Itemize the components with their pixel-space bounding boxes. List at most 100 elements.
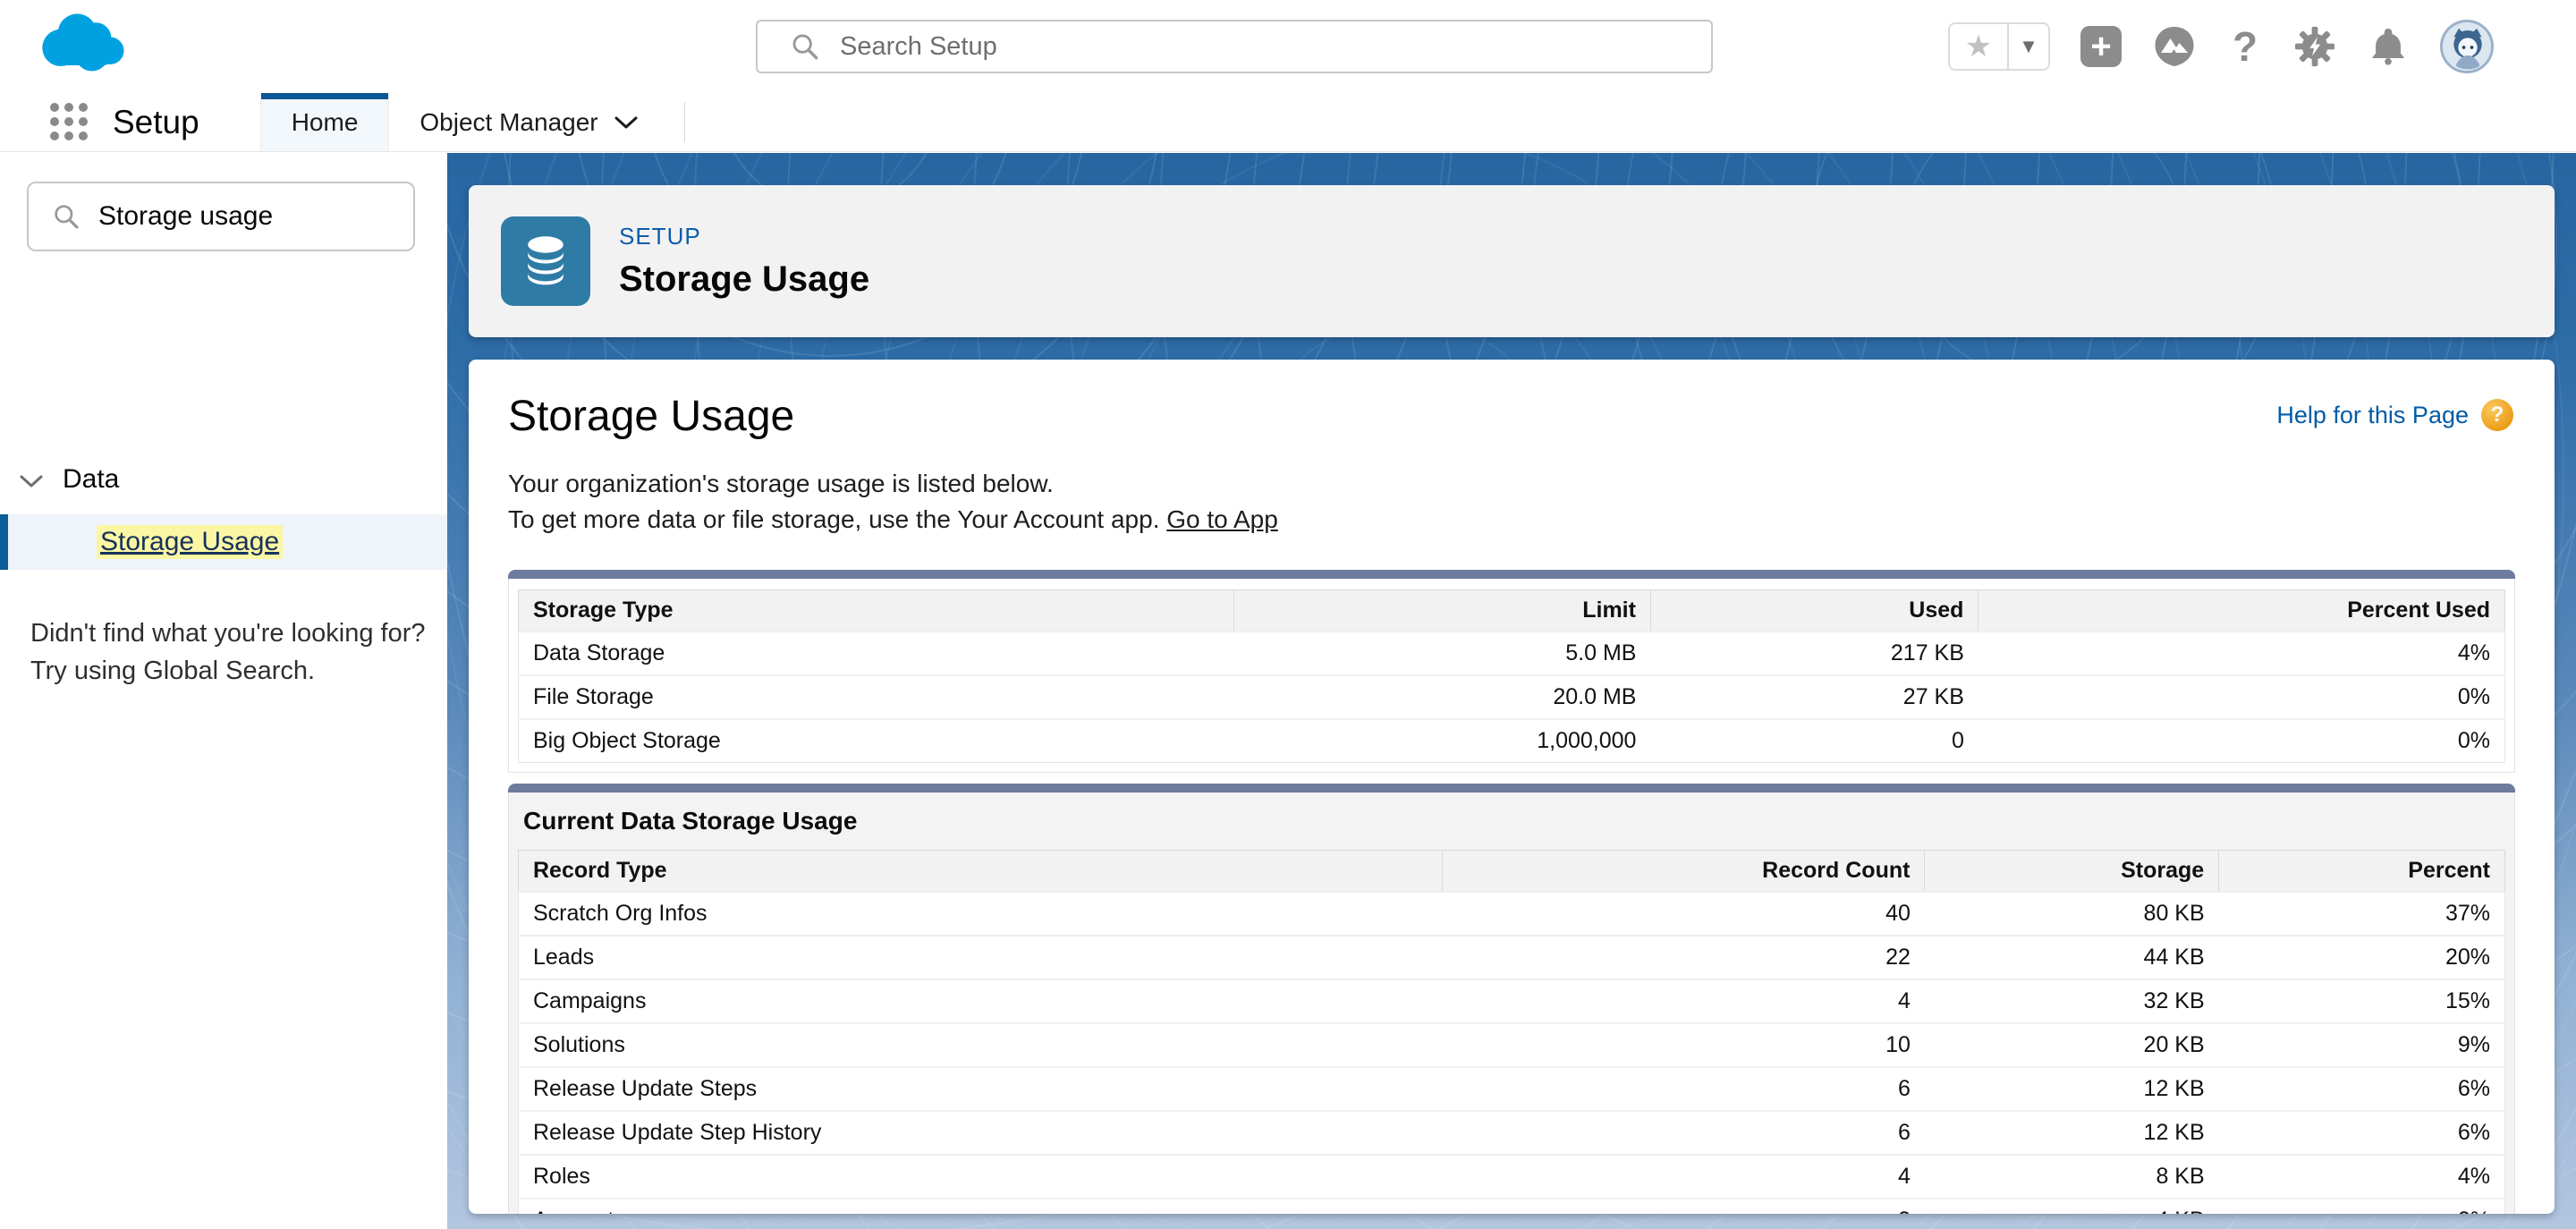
chevron-down-icon: [20, 474, 43, 488]
col-percent: Percent: [2219, 851, 2505, 893]
table-cell: Leads: [519, 936, 1443, 979]
table-cell: 20%: [2219, 936, 2505, 979]
sidebar-item-storage-usage[interactable]: Storage Usage: [0, 514, 447, 570]
table-cell: 4 KB: [1925, 1199, 2219, 1214]
quick-find-input[interactable]: [98, 201, 444, 232]
table-cell: 44 KB: [1925, 936, 2219, 979]
storage-database-icon: [501, 216, 590, 306]
tab-object-manager[interactable]: Object Manager: [389, 93, 667, 151]
search-icon: [790, 31, 820, 62]
sidebar-section-label: Data: [63, 464, 119, 495]
table-cell: Scratch Org Infos: [519, 892, 1443, 936]
notifications-bell-icon[interactable]: [2367, 25, 2410, 68]
tab-home[interactable]: Home: [260, 93, 390, 151]
salesforce-setup-app: ★ ▼ + ?: [0, 0, 2576, 152]
section-title: Current Data Storage Usage: [518, 792, 2505, 850]
trailhead-icon[interactable]: [2152, 24, 2197, 69]
setup-nav-bar: Setup Home Object Manager: [0, 93, 2576, 152]
storage-usage-link[interactable]: Storage Usage: [97, 525, 283, 559]
add-icon[interactable]: +: [2080, 26, 2122, 67]
col-storage-type: Storage Type: [519, 590, 1234, 632]
favorites-caret-icon[interactable]: ▼: [2007, 24, 2048, 69]
table-cell: 37%: [2219, 892, 2505, 936]
global-search-box[interactable]: [756, 20, 1713, 73]
table-cell: 12 KB: [1925, 1067, 2219, 1111]
page-title: Storage Usage: [619, 259, 869, 300]
storage-totals-table: Storage Type Limit Used Percent Used Dat…: [518, 589, 2505, 763]
sidebar-section-data[interactable]: Data: [0, 464, 119, 495]
favorites-star-icon[interactable]: ★: [1950, 24, 2007, 69]
table-row: Campaigns432 KB15%: [519, 979, 2505, 1023]
intro-line1: Your organization's storage usage is lis…: [508, 470, 1054, 497]
not-found-line1: Didn't find what you're looking for?: [30, 619, 426, 648]
table-row: Release Update Step History612 KB6%: [519, 1111, 2505, 1155]
table-cell: 9%: [2219, 1023, 2505, 1067]
table-row: Release Update Steps612 KB6%: [519, 1067, 2505, 1111]
setup-canvas: SETUP Storage Usage Help for this Page ?…: [447, 153, 2576, 1229]
setup-app-label: Setup: [113, 104, 199, 141]
table-cell: Release Update Steps: [519, 1067, 1443, 1111]
sidebar-quick-find[interactable]: [27, 182, 415, 251]
col-storage: Storage: [1925, 851, 2219, 893]
table-header-row: Record Type Record Count Storage Percent: [519, 851, 2505, 893]
table-row: File Storage20.0 MB27 KB0%: [519, 675, 2505, 719]
search-setup-input[interactable]: [840, 32, 1693, 62]
app-launcher-icon[interactable]: [50, 103, 89, 142]
help-for-this-page-link[interactable]: Help for this Page ?: [2276, 399, 2513, 431]
table-cell: 32 KB: [1925, 979, 2219, 1023]
not-found-line2: Try using Global Search.: [30, 657, 315, 685]
section-top-bar: [508, 784, 2515, 792]
table-cell: 27 KB: [1650, 675, 1978, 719]
table-cell: 217 KB: [1650, 631, 1978, 675]
table-cell: 2%: [2219, 1199, 2505, 1214]
table-row: Leads2244 KB20%: [519, 936, 2505, 979]
table-cell: 0%: [1979, 719, 2505, 763]
table-cell: 4: [1442, 979, 1925, 1023]
table-cell: 1,000,000: [1233, 719, 1650, 763]
content-area: Data Storage Usage Didn't find what you'…: [0, 153, 2576, 1229]
col-record-count: Record Count: [1442, 851, 1925, 893]
table-cell: 5.0 MB: [1233, 631, 1650, 675]
table-cell: 4: [1442, 1155, 1925, 1199]
tab-object-manager-label: Object Manager: [419, 108, 597, 137]
global-header: ★ ▼ + ?: [0, 0, 2576, 93]
table-row: Big Object Storage1,000,00000%: [519, 719, 2505, 763]
table-cell: 12 KB: [1925, 1111, 2219, 1155]
current-data-storage-section: Current Data Storage Usage Record Type R…: [508, 784, 2515, 1214]
page-header-card: SETUP Storage Usage: [469, 185, 2555, 337]
salesforce-cloud-logo: [34, 9, 134, 77]
table-row: Data Storage5.0 MB217 KB4%: [519, 631, 2505, 675]
user-avatar[interactable]: [2440, 20, 2494, 73]
table-cell: Big Object Storage: [519, 719, 1234, 763]
table-cell: 6: [1442, 1067, 1925, 1111]
table-cell: 22: [1442, 936, 1925, 979]
search-icon: [52, 202, 80, 231]
help-question-icon: ?: [2481, 399, 2513, 431]
intro-line2: To get more data or file storage, use th…: [508, 505, 1166, 533]
header-actions: ★ ▼ + ?: [1948, 0, 2494, 93]
table-cell: 6%: [2219, 1111, 2505, 1155]
table-cell: 0%: [1979, 675, 2505, 719]
table-header-row: Storage Type Limit Used Percent Used: [519, 590, 2505, 632]
help-icon[interactable]: ?: [2227, 22, 2263, 71]
table-cell: 40: [1442, 892, 1925, 936]
table-cell: 15%: [2219, 979, 2505, 1023]
panel-title: Storage Usage: [508, 392, 2515, 441]
storage-usage-panel: Help for this Page ? Storage Usage Your …: [469, 360, 2555, 1214]
table-cell: 6%: [2219, 1067, 2505, 1111]
tab-home-label: Home: [292, 108, 359, 137]
data-usage-table: Record Type Record Count Storage Percent…: [518, 850, 2505, 1214]
table-cell: Data Storage: [519, 631, 1234, 675]
table-cell: 20.0 MB: [1233, 675, 1650, 719]
tab-divider: [684, 102, 685, 142]
table-cell: Roles: [519, 1155, 1443, 1199]
setup-gear-icon[interactable]: [2293, 25, 2336, 68]
table-cell: Campaigns: [519, 979, 1443, 1023]
table-row: Scratch Org Infos4080 KB37%: [519, 892, 2505, 936]
table-cell: 8 KB: [1925, 1155, 2219, 1199]
table-cell: 2: [1442, 1199, 1925, 1214]
table-row: Accounts24 KB2%: [519, 1199, 2505, 1214]
go-to-app-link[interactable]: Go to App: [1166, 505, 1278, 533]
col-percent-used: Percent Used: [1979, 590, 2505, 632]
storage-totals-section: Storage Type Limit Used Percent Used Dat…: [508, 570, 2515, 773]
